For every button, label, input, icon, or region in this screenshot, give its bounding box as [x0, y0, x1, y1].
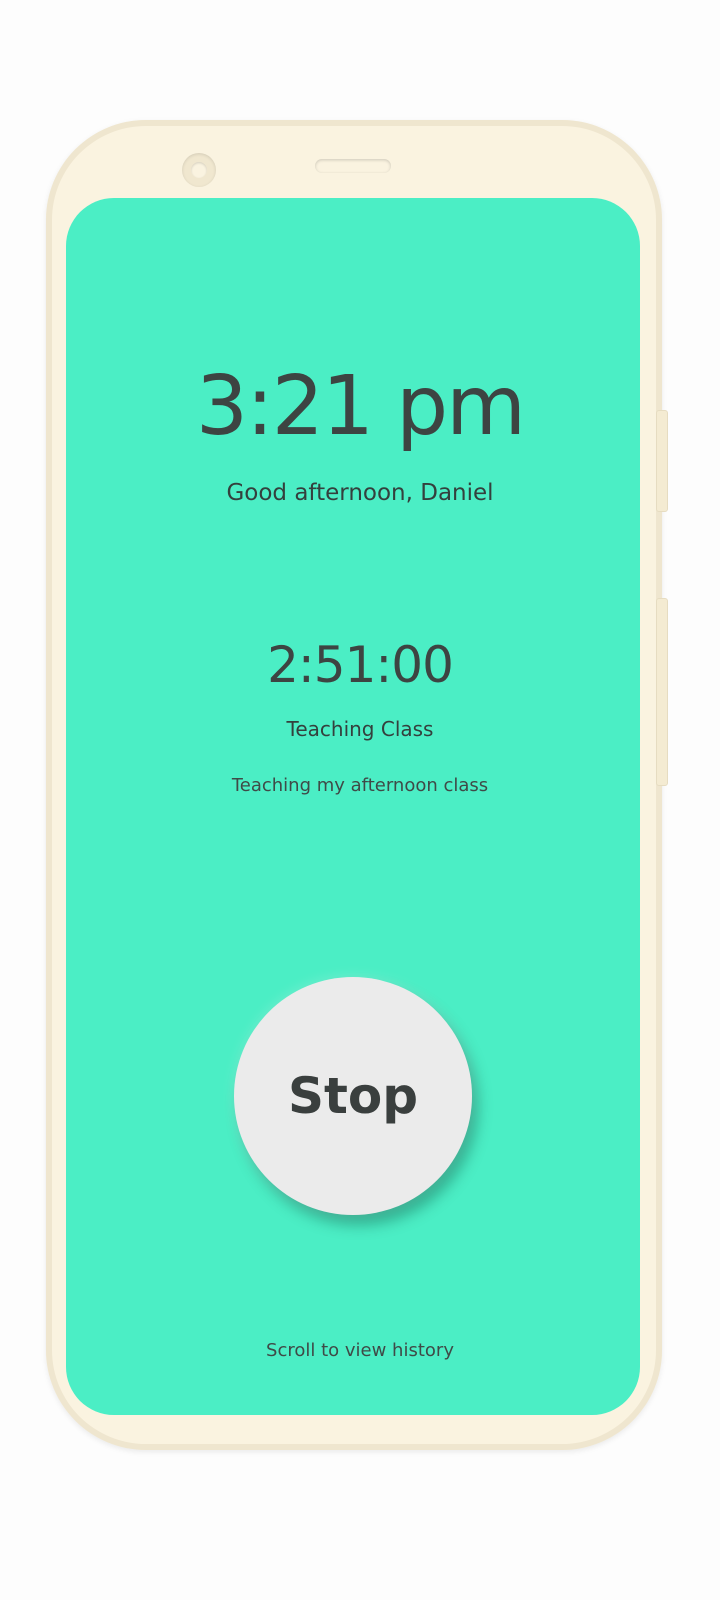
activity-description: Teaching my afternoon class [231, 775, 489, 796]
earpiece-speaker [315, 159, 391, 173]
activity-title: Teaching Class [286, 717, 434, 741]
elapsed-timer: 2:51:00 [267, 636, 454, 694]
front-camera-icon [182, 153, 216, 187]
scroll-history-hint[interactable]: Scroll to view history [0, 1340, 720, 1361]
stop-button[interactable]: Stop [234, 977, 472, 1215]
current-time: 3:21 pm [195, 359, 526, 454]
stop-button-label: Stop [287, 1067, 419, 1125]
greeting-text: Good afternoon, Daniel [226, 480, 494, 506]
phone-power-button [656, 598, 668, 786]
